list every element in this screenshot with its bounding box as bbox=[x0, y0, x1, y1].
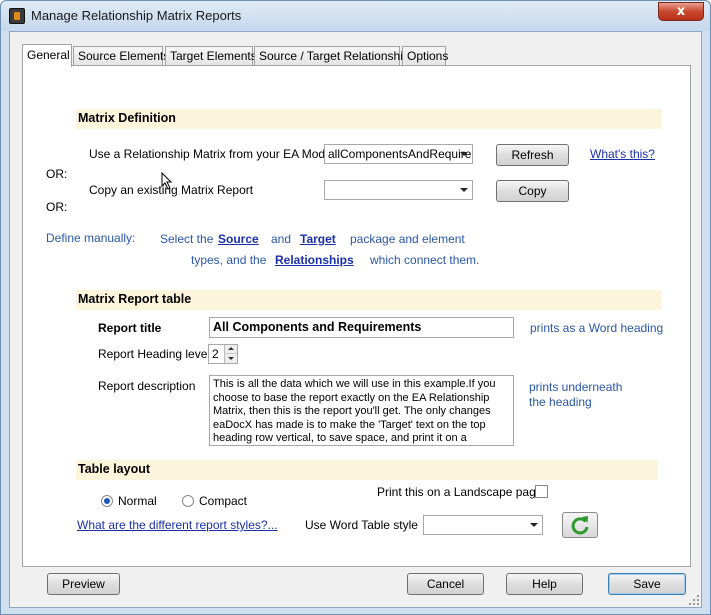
refresh-button[interactable]: Refresh bbox=[496, 144, 569, 166]
heading-level-label: Report Heading level bbox=[98, 347, 211, 361]
report-title-hint: prints as a Word heading bbox=[530, 321, 664, 335]
general-tab-panel: Matrix Definition Use a Relationship Mat… bbox=[22, 65, 691, 567]
description-hint-line-1: prints underneath bbox=[529, 380, 623, 394]
report-description-label: Report description bbox=[98, 379, 196, 393]
copy-existing-dropdown[interactable] bbox=[324, 180, 473, 200]
close-button[interactable]: x bbox=[658, 2, 704, 21]
app-icon bbox=[9, 8, 25, 24]
package-and-element-text: package and element bbox=[350, 232, 465, 246]
tab-source-target-relationship[interactable]: Source / Target Relationship bbox=[254, 46, 410, 66]
dialog-client-area: General Source Elements Target Elements … bbox=[9, 31, 702, 608]
description-hint-line-2: the heading bbox=[529, 395, 592, 409]
save-button[interactable]: Save bbox=[608, 573, 686, 595]
select-the-text: Select the bbox=[160, 232, 214, 246]
matrix-definition-heading: Matrix Definition bbox=[76, 109, 662, 129]
dialog-window: Manage Relationship Matrix Reports x Gen… bbox=[0, 0, 711, 615]
cancel-button[interactable]: Cancel bbox=[407, 573, 484, 595]
chevron-down-icon bbox=[460, 188, 468, 192]
chevron-down-icon bbox=[460, 152, 468, 156]
tab-general[interactable]: General bbox=[22, 44, 72, 67]
use-matrix-label: Use a Relationship Matrix from your EA M… bbox=[89, 147, 338, 161]
use-matrix-dropdown[interactable]: allComponentsAndRequirements bbox=[324, 144, 473, 164]
which-connect-them-text: which connect them. bbox=[370, 253, 480, 267]
title-bar[interactable]: Manage Relationship Matrix Reports x bbox=[1, 1, 710, 31]
relationships-link[interactable]: Relationships bbox=[275, 253, 354, 267]
matrix-report-table-heading: Matrix Report table bbox=[76, 290, 662, 310]
heading-level-stepper[interactable]: 2 bbox=[208, 344, 238, 364]
refresh-icon bbox=[571, 516, 589, 535]
report-styles-link[interactable]: What are the different report styles?... bbox=[77, 518, 278, 532]
and-text: and bbox=[271, 232, 292, 246]
mouse-cursor-icon bbox=[161, 172, 173, 190]
report-description-textarea[interactable]: This is all the data which we will use i… bbox=[209, 375, 514, 446]
heading-level-value: 2 bbox=[212, 347, 219, 361]
define-manually-label: Define manually: bbox=[46, 231, 136, 245]
target-link[interactable]: Target bbox=[300, 232, 336, 246]
help-button[interactable]: Help bbox=[506, 573, 583, 595]
window-title: Manage Relationship Matrix Reports bbox=[31, 8, 242, 23]
or-label-2: OR: bbox=[46, 200, 68, 214]
resize-grip-icon[interactable] bbox=[688, 594, 700, 606]
tab-target-elements[interactable]: Target Elements bbox=[165, 46, 257, 66]
stepper-down-icon[interactable] bbox=[224, 354, 237, 363]
or-label-1: OR: bbox=[46, 167, 68, 181]
refresh-styles-button[interactable] bbox=[562, 512, 598, 538]
tab-options[interactable]: Options bbox=[402, 46, 448, 66]
word-table-style-label: Use Word Table style bbox=[305, 518, 418, 532]
copy-button[interactable]: Copy bbox=[496, 180, 569, 202]
source-link[interactable]: Source bbox=[218, 232, 259, 246]
landscape-label: Print this on a Landscape page bbox=[377, 485, 543, 499]
types-and-the-text: types, and the bbox=[191, 253, 267, 267]
preview-button[interactable]: Preview bbox=[47, 573, 120, 595]
normal-radio[interactable] bbox=[101, 495, 113, 507]
compact-radio[interactable] bbox=[182, 495, 194, 507]
normal-radio-label[interactable]: Normal bbox=[118, 494, 157, 508]
use-matrix-dropdown-value: allComponentsAndRequirements bbox=[328, 147, 472, 161]
compact-radio-label[interactable]: Compact bbox=[199, 494, 247, 508]
stepper-up-icon[interactable] bbox=[224, 345, 237, 354]
chevron-down-icon bbox=[530, 523, 538, 527]
word-table-style-dropdown[interactable] bbox=[423, 515, 543, 535]
table-layout-heading: Table layout bbox=[76, 460, 658, 480]
tab-source-elements[interactable]: Source Elements bbox=[73, 46, 169, 66]
whats-this-link[interactable]: What's this? bbox=[590, 147, 655, 161]
report-title-input[interactable]: All Components and Requirements bbox=[209, 317, 514, 338]
landscape-checkbox[interactable] bbox=[535, 485, 548, 498]
report-title-label: Report title bbox=[98, 321, 162, 335]
